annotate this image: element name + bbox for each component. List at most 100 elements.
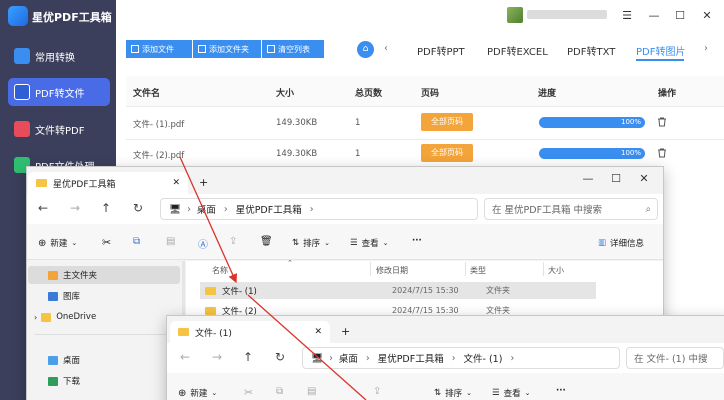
explorer-2-address-bar[interactable]: 🖥 › 桌面 › 星优PDF工具箱 › 文件- (1) › [302,347,620,369]
maximize-icon[interactable]: ☐ [672,8,688,24]
sort-button[interactable]: ⇅ 排序 ⌄ [434,387,472,399]
column-size[interactable]: 大小 [548,265,564,276]
forward-icon[interactable]: → [67,201,83,215]
chevron-down-icon: ⌄ [324,239,331,247]
tabs-prev-icon[interactable]: ‹ [384,43,388,54]
explorer-1-address-bar[interactable]: 🖥 › 桌面 › 星优PDF工具箱 › [160,198,478,220]
copy-icon[interactable]: ⧉ [276,386,283,397]
row-1-page-button[interactable]: 全部页码 [421,113,473,131]
chevron-down-icon: ⌄ [382,239,389,247]
file-row-1[interactable]: 文件- (1) 2024/7/15 15:30 文件夹 [200,282,596,299]
breadcrumb-folder[interactable]: 星优PDF工具箱 [236,202,302,216]
up-icon[interactable]: ↑ [98,201,114,215]
explorer-2-search-input[interactable]: 在 文件- (1) 中搜 [626,347,724,369]
add-file-button[interactable]: 添加文件 [126,40,192,58]
sort-button[interactable]: ⇅ 排序 ⌄ [292,237,330,249]
column-name[interactable]: 名称 [212,265,228,276]
paste-icon[interactable]: ▤ [166,236,175,247]
app-title: 星优PDF工具箱 [32,11,112,24]
nav-item-home[interactable]: 主文件夹 [28,266,180,284]
cut-icon[interactable]: ✂ [102,236,111,249]
refresh-icon[interactable]: ↻ [272,350,288,364]
breadcrumb-desktop[interactable]: 桌面 [197,202,216,216]
nav-item-downloads[interactable]: 下载 [48,372,80,390]
new-button[interactable]: ⊕ 新建 ⌄ [178,387,217,400]
row-1-delete-icon[interactable] [657,117,667,127]
folder-icon [178,328,189,336]
explorer-1-close-icon[interactable]: ✕ [636,171,652,187]
tab-pdf-to-txt[interactable]: PDF转TXT [567,43,615,58]
tab-close-icon[interactable]: ✕ [314,327,322,337]
chevron-right-icon: › [34,312,38,322]
avatar[interactable] [507,7,523,23]
row-2-size: 149.30KB [276,149,318,159]
delete-icon[interactable]: 🗑 [260,236,273,247]
tab-pdf-to-excel[interactable]: PDF转EXCEL [487,43,548,58]
up-icon[interactable]: ↑ [240,350,256,364]
share-icon[interactable]: ⇪ [373,386,381,397]
chevron-right-icon: › [510,352,515,364]
row-2-filename: 文件- (2).pdf [133,151,185,161]
sidebar-item-common[interactable]: 常用转换 [8,42,110,70]
details-button[interactable]: ▥ 详细信息 [598,237,644,249]
home-icon[interactable]: ⌂ [357,41,374,58]
file-type: 文件夹 [486,286,510,295]
more-options-icon[interactable]: ··· [556,386,566,396]
active-tab-indicator [636,59,684,61]
new-button[interactable]: ⊕ 新建 ⌄ [38,237,78,250]
row-2-page-button[interactable]: 全部页码 [421,144,473,162]
tabs-next-icon[interactable]: › [704,43,708,54]
back-icon[interactable]: ← [35,201,51,215]
explorer-1-minimize-icon[interactable]: — [580,171,596,187]
close-icon[interactable]: ✕ [699,8,715,24]
plus-circle-icon: ⊕ [178,387,187,399]
tab-pdf-to-ppt[interactable]: PDF转PPT [417,43,465,58]
column-date[interactable]: 修改日期 [376,265,408,276]
nav-item-label: 主文件夹 [63,271,98,281]
view-button[interactable]: ☰ 查看 ⌄ [350,237,389,249]
copy-icon[interactable]: ⧉ [133,236,140,247]
menu-icon[interactable]: ☰ [619,8,635,24]
sidebar-item-file-to-pdf[interactable]: 文件转PDF [8,115,110,143]
minimize-icon[interactable]: — [646,8,662,24]
add-folder-label: 添加文件夹 [209,44,249,54]
nav-item-desktop[interactable]: 桌面 [48,351,80,369]
back-icon[interactable]: ← [177,350,193,364]
new-tab-icon[interactable]: + [341,325,350,338]
explorer-2-tab[interactable]: 文件- (1) ✕ [170,321,330,343]
column-type[interactable]: 类型 [470,265,486,276]
tab-close-icon[interactable]: ✕ [172,178,180,188]
convert-icon [14,48,30,64]
rename-icon[interactable]: Ⓐ [198,236,208,251]
tab-pdf-to-image[interactable]: PDF转图片 [636,43,685,58]
explorer-1-tab[interactable]: 星优PDF工具箱 ✕ [28,172,188,194]
breadcrumb-desktop[interactable]: 桌面 [339,351,358,365]
more-options-icon[interactable]: ··· [412,236,422,246]
chevron-down-icon: ⌄ [466,389,473,397]
explorer-1-search-input[interactable]: 在 星优PDF工具箱 中搜索 ⌕ [484,198,658,220]
cut-icon[interactable]: ✂ [244,386,253,399]
plus-circle-icon: ⊕ [38,237,47,249]
explorer-1-maximize-icon[interactable]: ☐ [608,171,624,187]
view-icon: ☰ [492,388,500,398]
chevron-right-icon: › [187,203,191,215]
forward-icon[interactable]: → [209,350,225,364]
row-2-delete-icon[interactable] [657,148,667,158]
folder-icon [41,312,52,322]
new-tab-icon[interactable]: + [199,176,208,189]
sidebar-item-pdf-to-file[interactable]: PDF转文件 [8,78,110,106]
col-progress: 进度 [538,89,557,99]
add-folder-button[interactable]: 添加文件夹 [193,40,261,58]
refresh-icon[interactable]: ↻ [130,201,146,215]
breadcrumb-folder[interactable]: 文件- (1) [464,351,503,365]
nav-item-gallery[interactable]: 图库 [48,287,80,305]
nav-item-onedrive[interactable]: › OneDrive [34,308,96,326]
chevron-down-icon: ⌄ [71,239,78,247]
share-icon[interactable]: ⇪ [229,236,237,247]
clear-list-button[interactable]: 清空列表 [262,40,324,58]
sort-label: 排序 [303,239,321,249]
view-button[interactable]: ☰ 查看 ⌄ [492,387,531,399]
paste-icon[interactable]: ▤ [307,386,316,397]
row-1-size: 149.30KB [276,118,318,128]
breadcrumb-toolbox[interactable]: 星优PDF工具箱 [378,351,444,365]
